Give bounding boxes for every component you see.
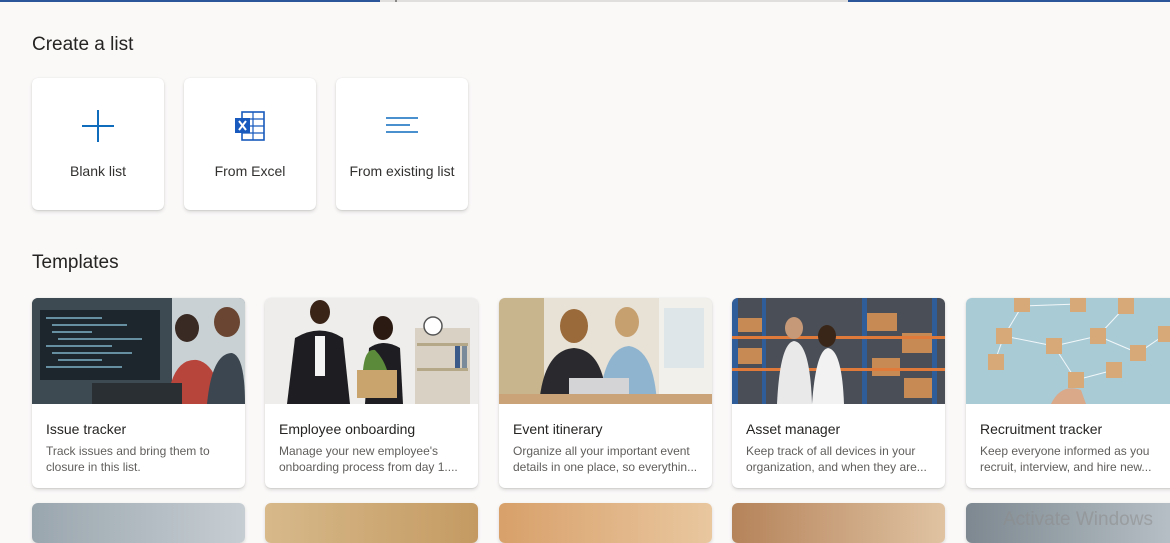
blank-list-label: Blank list [69,163,127,179]
template-description: Keep everyone informed as you recruit, i… [980,444,1152,474]
activation-watermark: Activate Windows [1003,509,1153,530]
template-description: Track issues and bring them to closure i… [46,444,210,474]
event-itinerary-image [499,298,712,404]
template-title: Issue tracker [46,421,127,437]
employee-onboarding-image [265,298,478,404]
template-card-row2-2[interactable] [265,503,478,543]
list-lines-icon [386,117,418,133]
template-card-issue-tracker[interactable]: Issue tracker Track issues and bring the… [32,298,245,488]
templates-heading: Templates [32,252,119,273]
excel-icon [235,111,265,141]
issue-tracker-image [32,298,245,404]
template-title: Recruitment tracker [980,421,1103,437]
template-title: Event itinerary [513,421,603,437]
template-card-asset-manager[interactable]: Asset manager Keep track of all devices … [732,298,945,488]
template-title: Employee onboarding [279,421,416,437]
template-card-row2-4[interactable] [732,503,945,543]
plus-icon [82,110,114,142]
asset-manager-image [732,298,945,404]
template-card-event-itinerary[interactable]: Event itinerary Organize all your import… [499,298,712,488]
template-description: Keep track of all devices in your organi… [746,444,927,474]
blank-list-button[interactable]: Blank list [32,78,164,210]
top-progress-line [0,0,1170,2]
from-excel-label: From Excel [214,163,286,179]
template-card-recruitment-tracker[interactable]: Recruitment tracker Keep everyone inform… [966,298,1170,488]
create-list-heading: Create a list [32,34,134,55]
from-existing-list-button[interactable]: From existing list [336,78,468,210]
template-title: Asset manager [746,421,841,437]
template-card-employee-onboarding[interactable]: Employee onboarding Manage your new empl… [265,298,478,488]
recruitment-tracker-image [966,298,1170,404]
template-description: Manage your new employee's onboarding pr… [279,444,458,474]
from-existing-list-label: From existing list [349,163,455,179]
template-card-row2-3[interactable] [499,503,712,543]
template-description: Organize all your important event detail… [513,444,698,474]
template-card-row2-1[interactable] [32,503,245,543]
from-excel-button[interactable]: From Excel [184,78,316,210]
